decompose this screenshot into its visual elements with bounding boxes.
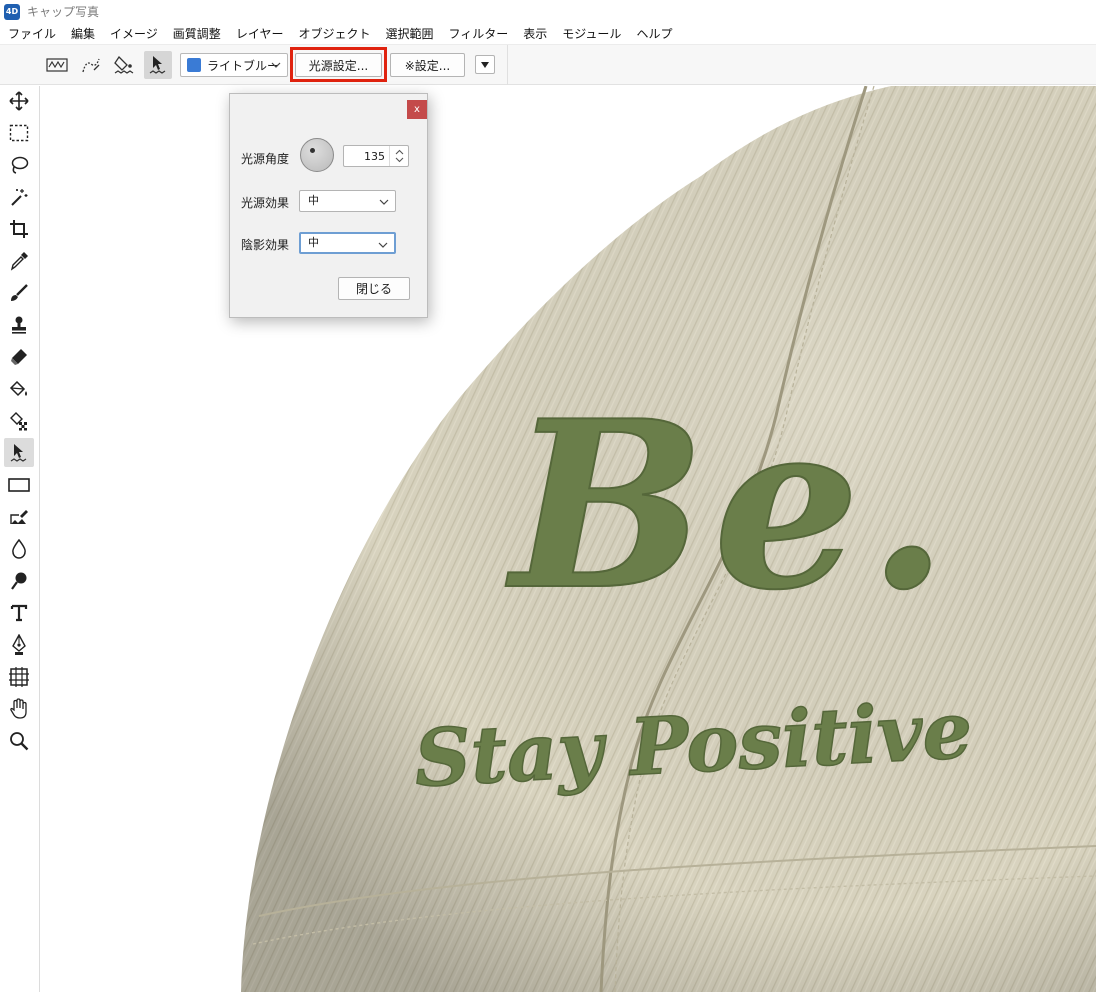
menu-layer[interactable]: レイヤー	[232, 23, 288, 45]
app-logo-icon: 4D	[4, 3, 20, 20]
light-angle-spinbox[interactable]: 135	[343, 145, 409, 167]
menu-view[interactable]: 表示	[519, 23, 551, 45]
grid-transform-icon[interactable]	[4, 662, 34, 691]
menu-bar: ファイル 編集 イメージ 画質調整 レイヤー オブジェクト 選択範囲 フィルター…	[0, 23, 1096, 45]
stitch-path-icon[interactable]	[77, 51, 105, 79]
menu-image[interactable]: イメージ	[106, 23, 162, 45]
crop-icon[interactable]	[4, 214, 34, 243]
blur-drop-icon[interactable]	[4, 534, 34, 563]
menu-edit[interactable]: 編集	[67, 23, 99, 45]
chevron-down-icon	[379, 199, 389, 205]
rectangle-icon[interactable]	[4, 470, 34, 499]
menu-object[interactable]: オブジェクト	[294, 23, 374, 45]
triangle-down-icon	[481, 61, 489, 68]
tool-panel	[0, 86, 40, 992]
image-canvas[interactable]: Be. Stay Positive	[41, 86, 1096, 992]
stamp-icon[interactable]	[4, 310, 34, 339]
dodge-icon[interactable]	[4, 566, 34, 595]
title-bar: 4D キャップ写真	[0, 0, 1096, 23]
chevron-down-icon	[378, 242, 388, 248]
magic-wand-icon[interactable]	[4, 182, 34, 211]
more-options-dropdown[interactable]	[475, 55, 495, 74]
menu-help[interactable]: ヘルプ	[632, 23, 676, 45]
shadow-effect-label: 陰影効果	[241, 238, 290, 252]
hand-icon[interactable]	[4, 694, 34, 723]
dialog-close-icon[interactable]: x	[407, 100, 427, 119]
lasso-icon[interactable]	[4, 150, 34, 179]
menu-selection[interactable]: 選択範囲	[381, 23, 437, 45]
embroidery-main-text: Be.	[505, 371, 956, 641]
text-icon[interactable]	[4, 598, 34, 627]
stitch-fill-icon[interactable]	[110, 51, 138, 79]
menu-filter[interactable]: フィルター	[444, 23, 512, 45]
thread-color-select[interactable]: ライトブルー	[180, 53, 288, 77]
zoom-icon[interactable]	[4, 726, 34, 755]
thread-color-value: ライトブルー	[207, 58, 280, 73]
menu-adjust[interactable]: 画質調整	[169, 23, 225, 45]
dialog-close-button[interactable]: 閉じる	[338, 277, 410, 300]
edit-image-icon[interactable]	[4, 502, 34, 531]
embroidery-select-icon[interactable]	[4, 438, 34, 467]
eyedropper-icon[interactable]	[4, 246, 34, 275]
highlight-box	[290, 47, 387, 82]
menu-module[interactable]: モジュール	[558, 23, 625, 45]
pattern-fill-icon[interactable]	[4, 406, 34, 435]
light-effect-value: 中	[308, 194, 319, 207]
light-effect-label: 光源効果	[241, 196, 290, 210]
shadow-effect-value: 中	[308, 236, 319, 249]
color-swatch	[187, 58, 201, 72]
eraser-icon[interactable]	[4, 342, 34, 371]
shadow-effect-select[interactable]: 中	[299, 232, 396, 254]
light-angle-label: 光源角度	[241, 152, 290, 166]
texture-settings-button[interactable]: ※設定...	[390, 53, 465, 77]
light-angle-value: 135	[364, 150, 385, 163]
window-title: キャップ写真	[27, 5, 100, 19]
embroidery-select-tool-icon[interactable]	[144, 51, 172, 79]
cap-photo: Be. Stay Positive	[241, 86, 1096, 992]
stitch-zigzag-icon[interactable]	[43, 51, 71, 79]
chevron-down-icon	[271, 62, 281, 68]
marquee-select-icon[interactable]	[4, 118, 34, 147]
pen-icon[interactable]	[4, 630, 34, 659]
move-icon[interactable]	[4, 86, 34, 115]
toolbar-divider	[507, 45, 508, 85]
menu-file[interactable]: ファイル	[4, 23, 60, 45]
light-angle-dial[interactable]	[300, 138, 334, 172]
spin-arrows-icon[interactable]	[389, 146, 408, 166]
light-effect-select[interactable]: 中	[299, 190, 396, 212]
paint-bucket-icon[interactable]	[4, 374, 34, 403]
light-settings-dialog: x 光源角度 135 光源効果 中 陰影効果 中 閉じる	[229, 93, 428, 318]
brush-icon[interactable]	[4, 278, 34, 307]
options-toolbar: ライトブルー 光源設定... ※設定...	[0, 45, 1096, 85]
dial-indicator	[310, 148, 315, 153]
